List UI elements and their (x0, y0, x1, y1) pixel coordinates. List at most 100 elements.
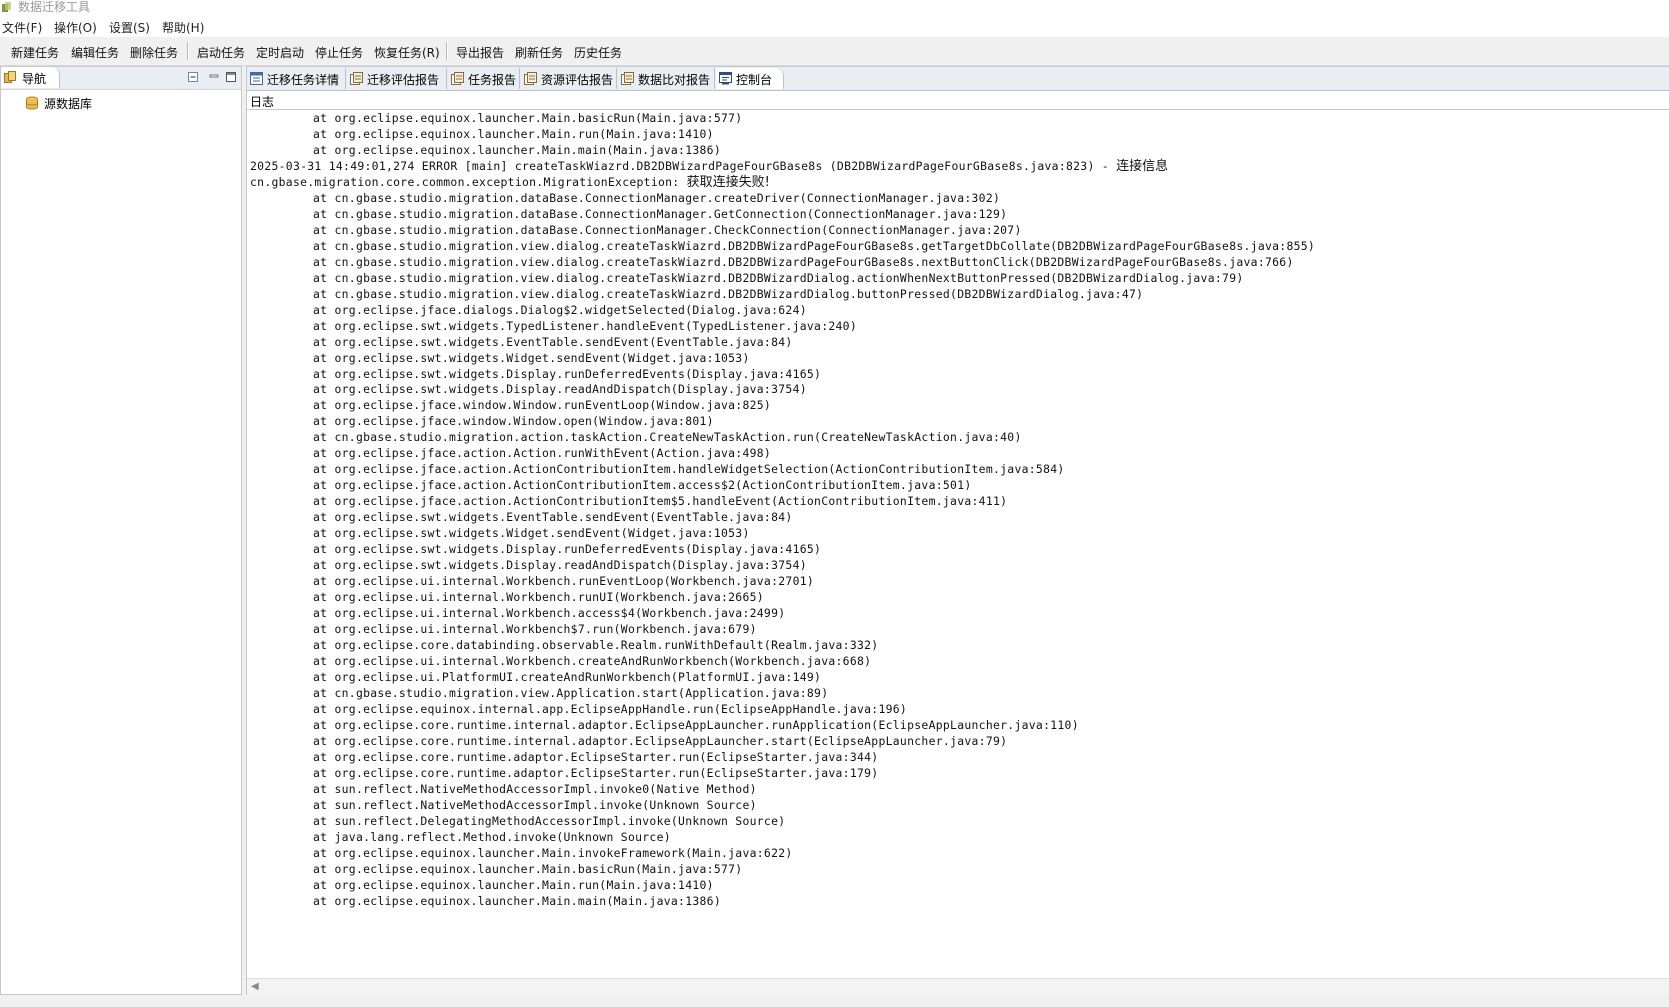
console-log-output[interactable]: at org.eclipse.equinox.launcher.Main.bas… (247, 109, 1669, 981)
tab-navigation[interactable]: 导航 (1, 67, 60, 88)
log-line: at org.eclipse.jface.window.Window.runEv… (313, 397, 771, 414)
log-text: at org.eclipse.swt.widgets.Display.readA… (313, 558, 807, 573)
log-text: at org.eclipse.core.runtime.internal.ada… (313, 717, 1079, 732)
log-line: at org.eclipse.ui.internal.Workbench.cre… (313, 653, 871, 670)
log-text: at org.eclipse.ui.internal.Workbench.run… (313, 590, 764, 605)
log-line: at org.eclipse.equinox.launcher.Main.bas… (313, 110, 742, 127)
log-text: at org.eclipse.equinox.launcher.Main.bas… (313, 861, 743, 876)
app-icon (2, 2, 11, 12)
delete-task-button[interactable]: 删除任务 (128, 44, 180, 61)
log-line: at sun.reflect.DelegatingMethodAccessorI… (313, 813, 785, 830)
log-line: at org.eclipse.jface.action.ActionContri… (313, 493, 1007, 510)
edit-task-button[interactable]: 编辑任务 (69, 44, 121, 61)
maximize-icon[interactable] (225, 71, 237, 83)
resume-task-button[interactable]: 恢复任务(R) (372, 44, 442, 61)
history-task-button[interactable]: 历史任务 (572, 44, 624, 61)
log-line: at org.eclipse.equinox.launcher.Main.run… (313, 126, 714, 143)
log-line: at cn.gbase.studio.migration.view.Applic… (313, 685, 828, 702)
log-text: at org.eclipse.swt.widgets.Display.runDe… (313, 542, 822, 557)
new-task-button[interactable]: 新建任务 (9, 44, 61, 61)
log-text: at org.eclipse.core.databinding.observab… (313, 638, 879, 652)
log-text: at org.eclipse.swt.widgets.Display.runDe… (313, 366, 822, 381)
tab-migration-task-detail[interactable]: 迁移任务详情 (247, 68, 346, 89)
log-line: at org.eclipse.swt.widgets.Display.runDe… (313, 366, 821, 383)
log-text: at org.eclipse.ui.internal.Workbench.run… (313, 574, 815, 589)
minimize-icon[interactable] (208, 71, 220, 83)
log-text: at sun.reflect.DelegatingMethodAccessorI… (313, 813, 786, 828)
export-report-button[interactable]: 导出报告 (454, 44, 506, 61)
log-line: at org.eclipse.swt.widgets.Widget.sendEv… (313, 525, 750, 542)
tab-migration-assessment-report[interactable]: 迁移评估报告 (347, 68, 447, 89)
console-icon (719, 72, 732, 85)
tab-console[interactable]: 控制台 (716, 68, 784, 89)
log-line: at org.eclipse.swt.widgets.Display.readA… (313, 381, 807, 398)
log-line: at cn.gbase.studio.migration.view.dialog… (313, 238, 1315, 255)
log-text: at org.eclipse.ui.internal.Workbench.acc… (313, 606, 786, 621)
log-text: at org.eclipse.jface.window.Window.open(… (313, 414, 714, 429)
log-line: at cn.gbase.studio.migration.action.task… (313, 429, 1022, 446)
tab-task-report[interactable]: 任务报告 (448, 68, 520, 89)
log-line: at org.eclipse.ui.internal.Workbench$7.r… (313, 621, 757, 638)
start-task-button[interactable]: 启动任务 (195, 44, 247, 61)
log-line: cn.gbase.migration.core.common.exception… (250, 174, 770, 191)
editor-tab-bar: 迁移任务详情 迁移评估报告 任务报告 资源评估报告 数据比对报告 控制台 (247, 67, 1669, 91)
refresh-task-button[interactable]: 刷新任务 (513, 44, 565, 61)
log-line: at org.eclipse.core.runtime.internal.ada… (313, 717, 1079, 734)
log-line: at org.eclipse.core.runtime.adaptor.Ecli… (313, 765, 878, 782)
log-line: at cn.gbase.studio.migration.dataBase.Co… (313, 206, 1007, 223)
menu-settings[interactable]: 设置(S) (107, 19, 152, 36)
menu-operate[interactable]: 操作(O) (52, 19, 99, 36)
log-text: at cn.gbase.studio.migration.action.task… (313, 430, 1022, 445)
report-icon (350, 72, 363, 85)
tab-data-comparison-report[interactable]: 数据比对报告 (618, 68, 715, 89)
log-text: at org.eclipse.jface.action.Action.runWi… (313, 446, 772, 461)
log-text: at org.eclipse.swt.widgets.EventTable.se… (313, 334, 793, 349)
log-text: at cn.gbase.studio.migration.dataBase.Co… (313, 222, 1022, 237)
log-line: at org.eclipse.equinox.launcher.Main.mai… (313, 142, 721, 159)
title-bar: 数据迁移工具 (0, 0, 1669, 16)
log-text: at org.eclipse.jface.action.ActionContri… (313, 462, 1065, 477)
collapse-all-icon[interactable] (187, 71, 199, 83)
schedule-start-button[interactable]: 定时启动 (254, 44, 306, 61)
menu-file[interactable]: 文件(F) (0, 19, 44, 36)
log-line: at org.eclipse.jface.dialogs.Dialog$2.wi… (313, 302, 807, 319)
log-line: at org.eclipse.ui.internal.Workbench.acc… (313, 605, 785, 622)
log-text: at org.eclipse.equinox.launcher.Main.mai… (313, 142, 721, 157)
log-text: at cn.gbase.studio.migration.view.dialog… (313, 270, 1244, 285)
log-line: at org.eclipse.jface.action.ActionContri… (313, 477, 972, 494)
log-line: at org.eclipse.core.databinding.observab… (313, 637, 878, 654)
log-line: 2025-03-31 14:49:01,274 ERROR [main] cre… (250, 158, 1168, 175)
tab-label: 资源评估报告 (541, 73, 614, 87)
log-text: at cn.gbase.studio.migration.view.dialog… (313, 286, 1144, 301)
report-icon (451, 72, 464, 85)
log-text: at org.eclipse.equinox.launcher.Main.mai… (313, 893, 721, 908)
log-line: at org.eclipse.swt.widgets.TypedListener… (313, 318, 857, 335)
horizontal-scrollbar[interactable]: ◀ (247, 978, 1669, 995)
log-line: at org.eclipse.swt.widgets.Widget.sendEv… (313, 350, 750, 367)
log-text: at org.eclipse.jface.window.Window.runEv… (313, 398, 772, 413)
stop-task-button[interactable]: 停止任务 (313, 44, 365, 61)
log-line: at org.eclipse.swt.widgets.Display.readA… (313, 557, 807, 574)
report-icon (621, 72, 634, 85)
navigation-panel: 导航 源数据库 (0, 66, 242, 995)
log-text: at cn.gbase.studio.migration.dataBase.Co… (313, 190, 1001, 205)
report-icon (524, 72, 537, 85)
database-icon (26, 96, 38, 110)
log-text: at org.eclipse.swt.widgets.EventTable.se… (313, 510, 793, 525)
log-line: at sun.reflect.NativeMethodAccessorImpl.… (313, 781, 757, 798)
log-line: at cn.gbase.studio.migration.view.dialog… (313, 254, 1294, 271)
log-text-cjk: 获取连接失败! (686, 174, 770, 190)
tab-label: 迁移评估报告 (367, 73, 440, 87)
log-text: at org.eclipse.ui.internal.Workbench$7.r… (313, 622, 757, 637)
tab-navigation-label: 导航 (22, 72, 47, 86)
menu-help[interactable]: 帮助(H) (160, 19, 206, 36)
scroll-left-icon[interactable]: ◀ (251, 981, 259, 992)
log-text: at sun.reflect.NativeMethodAccessorImpl.… (313, 781, 757, 796)
toolbar-separator (446, 42, 448, 60)
log-line: at org.eclipse.equinox.internal.app.Ecli… (313, 701, 907, 718)
tab-resource-assessment-report[interactable]: 资源评估报告 (521, 68, 617, 89)
log-line: at org.eclipse.jface.action.ActionContri… (313, 461, 1065, 478)
navigator-icon (4, 71, 16, 83)
log-line: at org.eclipse.equinox.launcher.Main.mai… (313, 893, 721, 910)
console-log-label: 日志 (250, 95, 275, 109)
